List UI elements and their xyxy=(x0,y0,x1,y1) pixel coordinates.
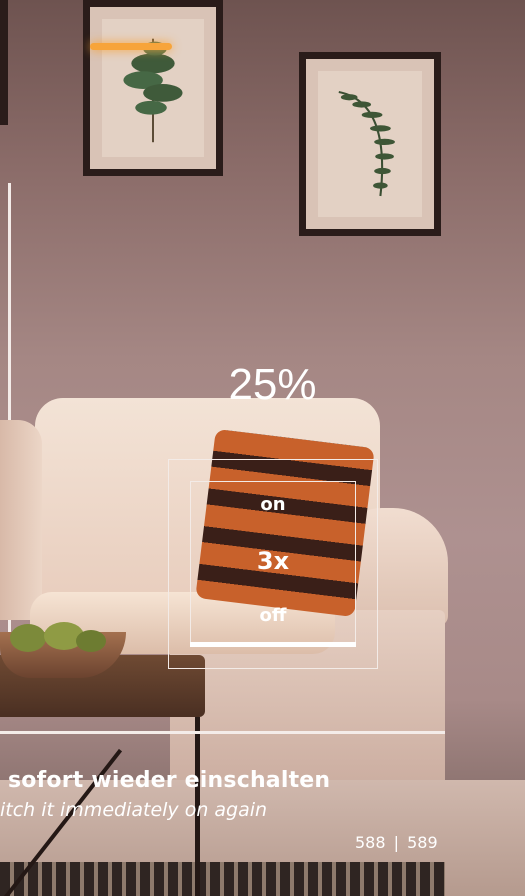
frame-edge-left xyxy=(0,0,8,125)
switch-on-label: on xyxy=(260,494,286,515)
picture-frame-tree xyxy=(83,0,223,176)
caption-german: sofort wieder einschalten xyxy=(8,768,331,793)
fern-picture xyxy=(318,71,422,217)
apple xyxy=(10,624,46,652)
page-number-left: 588 xyxy=(355,833,386,852)
dimmer-level: 25% xyxy=(228,360,317,409)
sofa-left-arm xyxy=(0,420,42,620)
switch-count-label: 3x xyxy=(256,547,290,575)
light-reflection xyxy=(90,43,172,50)
caption-english: itch it immediately on again xyxy=(0,799,268,821)
photo-scene: 25% on 3x off sofort wieder einschalten … xyxy=(0,0,525,896)
horizontal-divider xyxy=(0,731,445,734)
dimmer-switch-bottom-bar xyxy=(190,642,356,647)
page-number-right: 589 xyxy=(407,833,438,852)
picture-frame-fern xyxy=(299,52,441,236)
tree-picture xyxy=(102,19,204,157)
page-numbers: 588 | 589 xyxy=(355,833,438,852)
apple xyxy=(76,630,106,652)
switch-off-label: off xyxy=(259,605,287,626)
page-number-separator: | xyxy=(393,833,400,852)
